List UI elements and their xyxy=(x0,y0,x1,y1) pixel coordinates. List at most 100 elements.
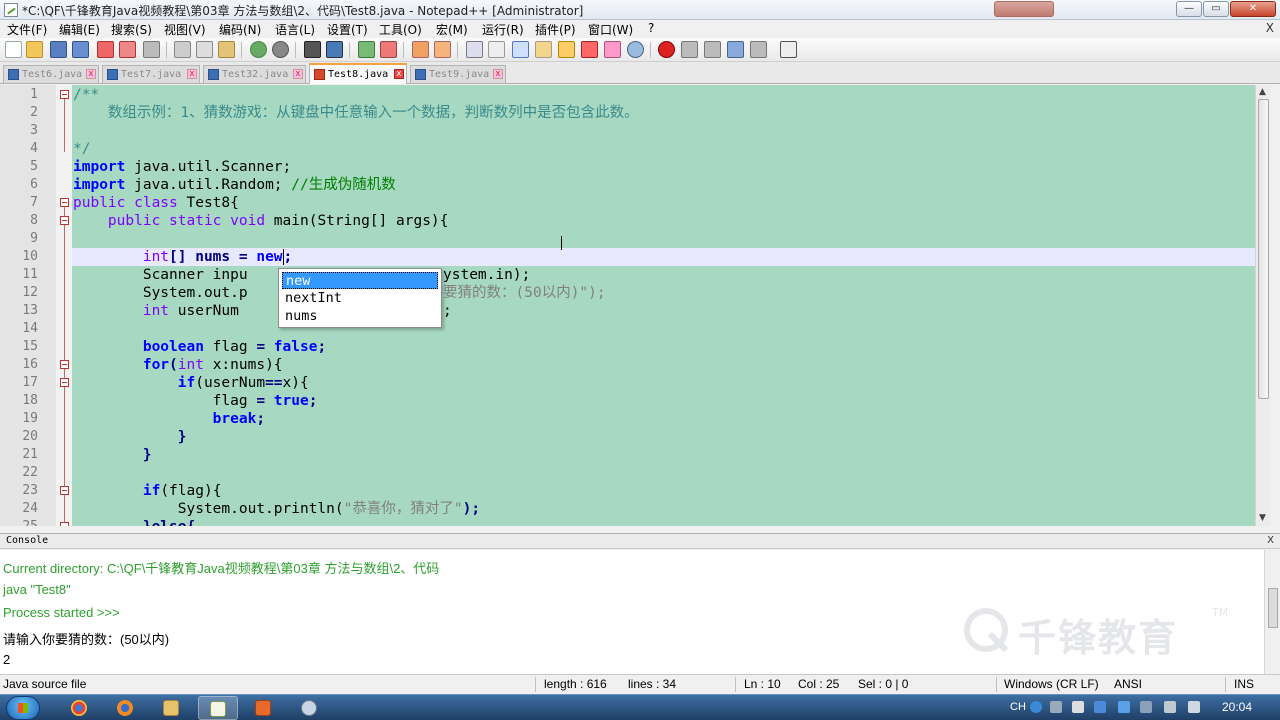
close-all-icon[interactable] xyxy=(119,41,136,58)
undo-icon[interactable] xyxy=(250,41,267,58)
tab-close-icon[interactable]: x xyxy=(187,69,197,79)
console-input-line[interactable]: 2 xyxy=(3,652,10,667)
save-all-icon[interactable] xyxy=(72,41,89,58)
close-button[interactable]: ✕ xyxy=(1230,1,1276,17)
scrollbar-thumb[interactable] xyxy=(1268,588,1278,628)
code-text: ); xyxy=(462,501,481,517)
menu-settings[interactable]: 设置(T) xyxy=(327,21,368,38)
menu-run[interactable]: 运行(R) xyxy=(482,21,524,38)
show-all-characters-icon[interactable] xyxy=(488,41,505,58)
tray-settings-icon[interactable] xyxy=(1050,701,1062,713)
find-icon[interactable] xyxy=(304,41,321,58)
tab-test8[interactable]: Test8.java x xyxy=(309,63,407,84)
menu-edit[interactable]: 编辑(E) xyxy=(59,21,100,38)
tray-arrow-icon[interactable] xyxy=(1072,701,1084,713)
monitoring-icon[interactable] xyxy=(627,41,644,58)
stop-macro-icon[interactable] xyxy=(681,41,698,58)
paste-icon[interactable] xyxy=(218,41,235,58)
fold-toggle-icon[interactable] xyxy=(60,486,69,495)
menu-tools[interactable]: 工具(O) xyxy=(379,21,422,38)
folder-as-workspace-icon[interactable] xyxy=(604,41,621,58)
console-close-button[interactable]: X xyxy=(1267,535,1274,546)
ime-indicator[interactable]: CH xyxy=(1010,701,1026,713)
tab-close-icon[interactable]: x xyxy=(394,69,404,79)
menu-plugins[interactable]: 插件(P) xyxy=(535,21,576,38)
notepadpp-app-icon[interactable] xyxy=(4,3,18,17)
tab-close-icon[interactable]: x xyxy=(293,69,303,79)
open-file-icon[interactable] xyxy=(26,41,43,58)
word-wrap-icon[interactable] xyxy=(466,41,483,58)
menu-macro[interactable]: 宏(M) xyxy=(436,21,468,38)
volume-icon[interactable] xyxy=(1188,701,1200,713)
code-editor[interactable]: 1 /** 2 数组示例：1、猜数游戏：从键盘中任意输入一个数据，判断数列中是否包… xyxy=(0,85,1270,526)
play-macro-icon[interactable] xyxy=(704,41,721,58)
menu-window[interactable]: 窗口(W) xyxy=(588,21,633,38)
tab-test6[interactable]: Test6.java x xyxy=(3,65,99,83)
taskbar-explorer[interactable] xyxy=(152,696,192,720)
menu-language[interactable]: 语言(L) xyxy=(275,21,315,38)
new-file-icon[interactable] xyxy=(5,41,22,58)
fold-toggle-icon[interactable] xyxy=(60,522,69,526)
print-icon[interactable] xyxy=(143,41,160,58)
indent-guide-icon[interactable] xyxy=(512,41,529,58)
close-document-button[interactable]: X xyxy=(1266,21,1274,35)
saved-file-icon xyxy=(208,69,219,80)
save-macro-icon[interactable] xyxy=(750,41,767,58)
taskbar-chrome[interactable] xyxy=(60,696,100,720)
function-list-icon[interactable] xyxy=(581,41,598,58)
menu-encoding[interactable]: 编码(N) xyxy=(219,21,261,38)
autocomplete-popup[interactable]: new nextInt nums xyxy=(278,268,442,328)
tab-test32[interactable]: Test32.java x xyxy=(203,65,306,83)
cut-icon[interactable] xyxy=(174,41,191,58)
sync-horizontal-icon[interactable] xyxy=(434,41,451,58)
shield-icon[interactable] xyxy=(1094,701,1106,713)
taskbar-notepadpp[interactable] xyxy=(198,696,238,720)
doc-map-icon[interactable] xyxy=(558,41,575,58)
menu-view[interactable]: 视图(V) xyxy=(164,21,206,38)
fold-toggle-icon[interactable] xyxy=(60,360,69,369)
taskbar-powerpoint[interactable] xyxy=(244,696,284,720)
action-center-icon[interactable] xyxy=(1140,701,1152,713)
autocomplete-item[interactable]: new xyxy=(282,272,438,289)
fold-toggle-icon[interactable] xyxy=(60,90,69,99)
console-toggle-icon[interactable] xyxy=(780,41,797,58)
save-icon[interactable] xyxy=(50,41,67,58)
zoom-out-icon[interactable] xyxy=(380,41,397,58)
clock[interactable]: 20:04 xyxy=(1222,700,1252,714)
minimize-button[interactable]: — xyxy=(1176,1,1202,17)
taskbar-firefox[interactable] xyxy=(106,696,146,720)
record-macro-icon[interactable] xyxy=(658,41,675,58)
user-language-icon[interactable] xyxy=(535,41,552,58)
network-icon[interactable] xyxy=(1164,701,1176,713)
help-icon[interactable] xyxy=(1030,701,1042,713)
zoom-in-icon[interactable] xyxy=(358,41,375,58)
start-button[interactable] xyxy=(6,696,40,720)
fold-toggle-icon[interactable] xyxy=(60,378,69,387)
tab-close-icon[interactable]: x xyxy=(493,69,503,79)
replace-icon[interactable] xyxy=(326,41,343,58)
redo-icon[interactable] xyxy=(272,41,289,58)
editor-vertical-scrollbar[interactable]: ▲ ▼ xyxy=(1255,85,1270,526)
maximize-button[interactable]: ▭ xyxy=(1203,1,1229,17)
bluetooth-icon[interactable] xyxy=(1118,701,1130,713)
run-macro-multiple-icon[interactable] xyxy=(727,41,744,58)
scrollbar-thumb[interactable] xyxy=(1258,99,1269,399)
console-vertical-scrollbar[interactable] xyxy=(1264,550,1280,674)
tab-test9[interactable]: Test9.java x xyxy=(410,65,506,83)
tab-test7[interactable]: Test7.java x xyxy=(102,65,200,83)
autocomplete-item[interactable]: nextInt xyxy=(282,290,438,307)
tab-close-icon[interactable]: x xyxy=(86,69,96,79)
fold-toggle-icon[interactable] xyxy=(60,216,69,225)
sync-vertical-icon[interactable] xyxy=(412,41,429,58)
folder-icon xyxy=(163,700,179,716)
menu-help[interactable]: ? xyxy=(648,21,654,35)
menu-search[interactable]: 搜索(S) xyxy=(111,21,152,38)
scroll-up-icon[interactable]: ▲ xyxy=(1259,87,1266,97)
autocomplete-item[interactable]: nums xyxy=(282,308,438,325)
close-file-icon[interactable] xyxy=(97,41,114,58)
fold-toggle-icon[interactable] xyxy=(60,198,69,207)
menu-file[interactable]: 文件(F) xyxy=(7,21,47,38)
copy-icon[interactable] xyxy=(196,41,213,58)
scroll-down-icon[interactable]: ▼ xyxy=(1259,513,1266,523)
taskbar-app[interactable] xyxy=(290,696,330,720)
